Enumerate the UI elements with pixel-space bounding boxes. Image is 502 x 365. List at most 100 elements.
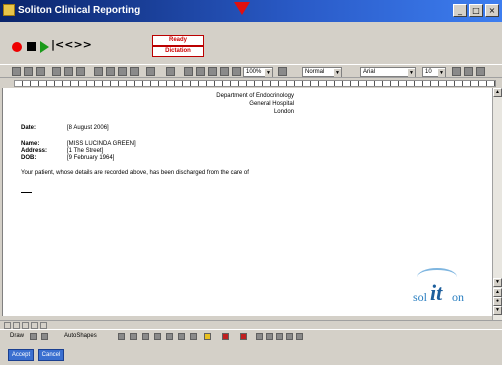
- soliton-logo: sol it on: [413, 268, 473, 308]
- address-value[interactable]: [1 The Street]: [67, 148, 103, 154]
- new-icon[interactable]: [12, 67, 21, 76]
- style-select[interactable]: Normal ▼: [302, 67, 342, 77]
- insert-table-icon[interactable]: [208, 67, 217, 76]
- name-label: Name:: [21, 141, 40, 147]
- title-bar[interactable]: Soliton Clinical Reporting _ □ ×: [0, 0, 502, 22]
- textbox-icon[interactable]: [166, 333, 173, 340]
- draw-menu[interactable]: Draw: [10, 333, 24, 339]
- next-page-button[interactable]: ▼: [493, 306, 502, 315]
- open-icon[interactable]: [24, 67, 33, 76]
- undo-icon[interactable]: [146, 67, 155, 76]
- spelling-icon[interactable]: [76, 67, 85, 76]
- chevron-down-icon: ▼: [265, 69, 272, 77]
- format-painter-icon[interactable]: [130, 67, 139, 76]
- oval-icon[interactable]: [154, 333, 161, 340]
- free-rotate-icon[interactable]: [41, 333, 48, 340]
- previous-page-button[interactable]: ▲: [493, 288, 502, 297]
- rectangle-icon[interactable]: [142, 333, 149, 340]
- vertical-scrollbar[interactable]: ▲ ▼ ▲ ● ▼: [492, 88, 502, 320]
- drawing-toolbar: Draw AutoShapes: [0, 329, 502, 343]
- dob-value[interactable]: [9 February 1964]: [67, 155, 114, 161]
- fill-color-icon[interactable]: [204, 333, 211, 340]
- horizontal-scrollbar[interactable]: [0, 320, 502, 329]
- clipart-icon[interactable]: [190, 333, 197, 340]
- logo-text-it: it: [430, 280, 443, 305]
- scroll-left-button[interactable]: [40, 322, 47, 329]
- play-button[interactable]: [40, 41, 49, 53]
- window-controls: _ □ ×: [453, 4, 499, 17]
- hyperlink-icon[interactable]: [184, 67, 193, 76]
- close-button[interactable]: ×: [485, 4, 499, 17]
- autoshapes-menu[interactable]: AutoShapes: [64, 333, 97, 339]
- address-label: Address:: [21, 148, 48, 154]
- address-block: Department of Endocrinology General Hosp…: [216, 92, 294, 116]
- outline-view-button[interactable]: [31, 322, 38, 329]
- dictation-status: Dictation: [152, 46, 204, 57]
- redo-icon[interactable]: [166, 67, 175, 76]
- web-view-button[interactable]: [13, 322, 20, 329]
- date-label: Date:: [21, 125, 37, 131]
- scroll-up-button[interactable]: ▲: [493, 88, 502, 97]
- line-color-icon[interactable]: [222, 333, 229, 340]
- rewind-forward-buttons[interactable]: |<<>>: [51, 38, 92, 51]
- accept-button[interactable]: Accept: [8, 349, 34, 361]
- font-size-select[interactable]: 10 ▼: [422, 67, 446, 77]
- chevron-down-icon: ▼: [438, 69, 445, 77]
- save-icon[interactable]: [36, 67, 45, 76]
- line-style-icon[interactable]: [256, 333, 263, 340]
- italic-icon[interactable]: [464, 67, 473, 76]
- select-objects-icon[interactable]: [30, 333, 37, 340]
- cancel-button[interactable]: Cancel: [38, 349, 64, 361]
- paste-icon[interactable]: [118, 67, 127, 76]
- line-icon[interactable]: [118, 333, 125, 340]
- zoom-value: 100%: [246, 69, 262, 75]
- app-icon: [3, 4, 15, 16]
- pointer-arrow-icon: [234, 2, 250, 15]
- arrow-style-icon[interactable]: [276, 333, 283, 340]
- body-paragraph[interactable]: Your patient, whose details are recorded…: [21, 170, 249, 176]
- department-line: Department of Endocrinology: [216, 93, 294, 99]
- font-color-icon[interactable]: [240, 333, 247, 340]
- bold-icon[interactable]: [452, 67, 461, 76]
- dialog-footer: Accept Cancel: [0, 343, 502, 365]
- copy-icon[interactable]: [106, 67, 115, 76]
- print-icon[interactable]: [52, 67, 61, 76]
- document-page[interactable]: Department of Endocrinology General Hosp…: [2, 88, 492, 316]
- stop-button[interactable]: [27, 42, 36, 51]
- wordart-icon[interactable]: [178, 333, 185, 340]
- chevron-down-icon: ▼: [334, 69, 341, 77]
- window-title: Soliton Clinical Reporting: [18, 5, 141, 16]
- text-cursor: [21, 192, 32, 193]
- name-value[interactable]: [MISS LUCINDA GREEN]: [67, 141, 136, 147]
- record-button[interactable]: [12, 42, 22, 52]
- hospital-line: General Hospital: [249, 101, 294, 107]
- print-preview-icon[interactable]: [64, 67, 73, 76]
- browse-object-button[interactable]: ●: [493, 297, 502, 306]
- ruler-scale: [14, 80, 496, 87]
- font-select[interactable]: Arial ▼: [360, 67, 416, 77]
- tables-icon[interactable]: [196, 67, 205, 76]
- cut-icon[interactable]: [94, 67, 103, 76]
- font-value: Arial: [363, 69, 376, 75]
- dash-style-icon[interactable]: [266, 333, 273, 340]
- help-icon[interactable]: [278, 67, 287, 76]
- date-value[interactable]: [8 August 2006]: [67, 125, 109, 131]
- underline-icon[interactable]: [476, 67, 485, 76]
- ready-status: Ready: [152, 35, 204, 46]
- style-value: Normal: [305, 69, 325, 75]
- dob-label: DOB:: [21, 155, 37, 161]
- shadow-icon[interactable]: [286, 333, 293, 340]
- zoom-select[interactable]: 100% ▼: [243, 67, 273, 77]
- normal-view-button[interactable]: [4, 322, 11, 329]
- city-line: London: [273, 109, 294, 115]
- columns-icon[interactable]: [232, 67, 241, 76]
- print-view-button[interactable]: [22, 322, 29, 329]
- minimize-button[interactable]: _: [453, 4, 467, 17]
- 3d-icon[interactable]: [296, 333, 303, 340]
- font-size-value: 10: [425, 69, 432, 75]
- scroll-down-button[interactable]: ▼: [493, 278, 502, 287]
- excel-icon[interactable]: [220, 67, 229, 76]
- maximize-button[interactable]: □: [469, 4, 483, 17]
- ruler[interactable]: [0, 79, 502, 88]
- arrow-icon[interactable]: [130, 333, 137, 340]
